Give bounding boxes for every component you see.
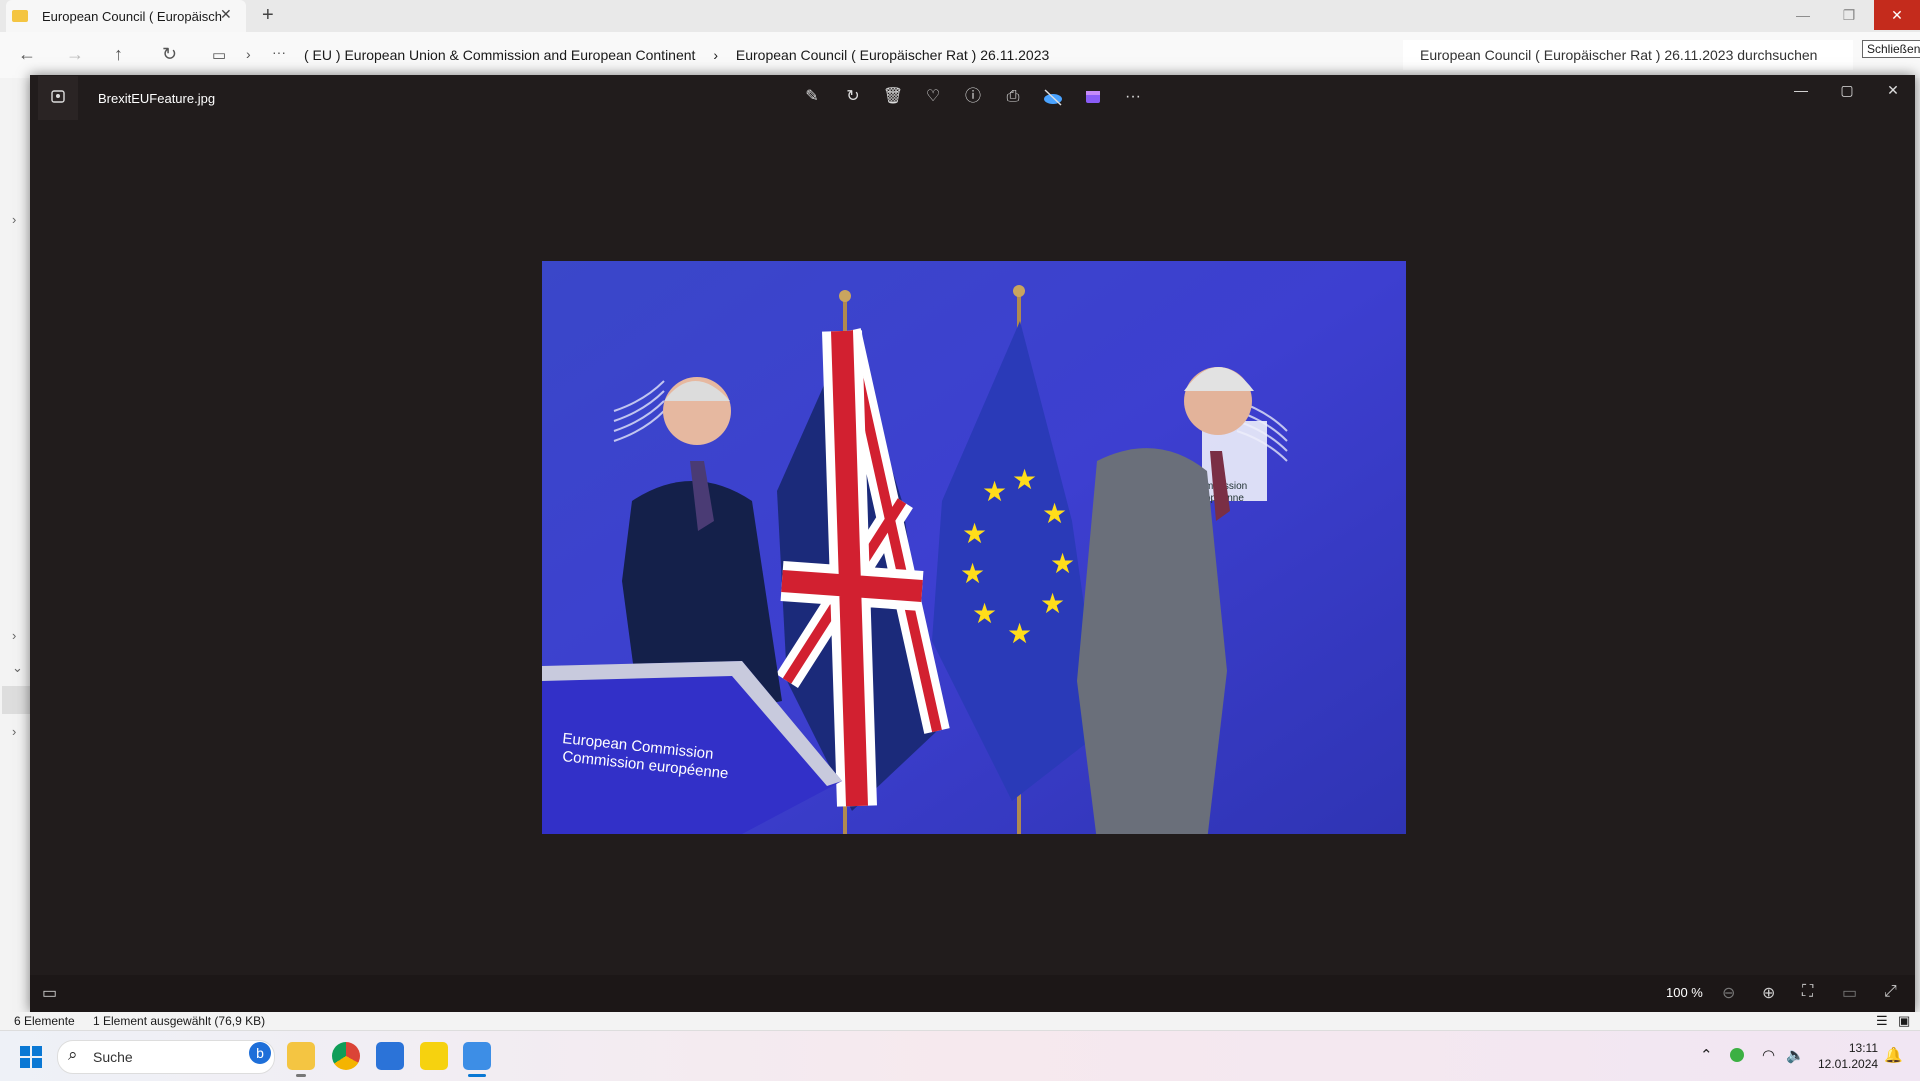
onedrive-icon[interactable] [1042, 86, 1064, 108]
wifi-icon[interactable]: ◠ [1762, 1046, 1775, 1064]
computer-icon[interactable]: ▭ [212, 46, 226, 64]
tab-close-icon[interactable]: ✕ [220, 6, 232, 23]
taskbar-search[interactable] [57, 1040, 275, 1074]
new-tab-icon[interactable]: + [262, 4, 274, 27]
clock-date[interactable]: 12.01.2024 [1818, 1057, 1878, 1071]
nav-expand-icon[interactable]: › [12, 212, 16, 227]
chevron-right-icon: › [713, 47, 718, 63]
viewer-minimize-icon[interactable]: — [1786, 82, 1816, 98]
player-icon[interactable] [420, 1042, 448, 1070]
favorite-icon[interactable]: ♡ [922, 86, 944, 108]
search-label: Suche [93, 1049, 133, 1065]
zoom-out-icon[interactable]: ⊖ [1722, 983, 1735, 1003]
volume-icon[interactable]: 🔈 [1786, 1046, 1805, 1064]
edit-icon[interactable]: ✎ [801, 86, 823, 108]
fit-to-window-icon[interactable]: ⛶ [1802, 983, 1813, 1001]
more-options-icon[interactable]: ··· [1122, 86, 1144, 108]
search-icon: ⌕ [68, 1045, 78, 1064]
breadcrumb-item[interactable]: European Council ( Europäischer Rat ) 26… [736, 47, 1049, 63]
minimize-icon[interactable]: — [1780, 0, 1826, 30]
clock-time[interactable]: 13:11 [1846, 1041, 1878, 1055]
svg-text:★: ★ [1050, 547, 1075, 580]
zoom-level[interactable]: 100 % [1666, 985, 1703, 1000]
explorer-titlebar [0, 0, 1920, 32]
chevron-up-icon[interactable]: ⌃ [1700, 1046, 1713, 1064]
nav-collapse-icon[interactable]: ⌄ [12, 660, 23, 676]
tab-title: European Council ( Europäisch [42, 9, 222, 24]
tiles-view-icon[interactable]: ▣ [1898, 1013, 1910, 1029]
nav-expand-icon[interactable]: › [12, 628, 16, 643]
rotate-icon[interactable]: ↻ [842, 86, 864, 108]
svg-text:★: ★ [1012, 463, 1037, 496]
clipchamp-icon[interactable] [1082, 86, 1104, 108]
file-explorer-icon[interactable] [287, 1042, 315, 1070]
viewer-bottom-bar [30, 975, 1915, 1012]
details-view-icon[interactable]: ☰ [1876, 1013, 1888, 1029]
zoom-in-icon[interactable]: ⊕ [1762, 983, 1775, 1003]
svg-text:★: ★ [1040, 587, 1065, 620]
search-input[interactable]: European Council ( Europäischer Rat ) 26… [1420, 47, 1817, 63]
svg-text:★: ★ [972, 597, 997, 630]
photo-image: mmission opéenne ★★★ ★★★ ★★★ European Co… [542, 261, 1406, 834]
running-indicator [296, 1074, 306, 1077]
breadcrumb: ( EU ) European Union & Commission and E… [304, 47, 1063, 63]
more-crumbs-icon[interactable]: ··· [272, 44, 286, 60]
photos-app-icon [38, 76, 78, 120]
file-name: BrexitEUFeature.jpg [98, 91, 216, 106]
up-icon[interactable]: ↑ [114, 44, 123, 65]
store-icon[interactable] [376, 1042, 404, 1070]
bing-icon[interactable]: b [249, 1042, 271, 1064]
back-icon[interactable]: ← [18, 44, 36, 65]
start-icon[interactable] [20, 1046, 42, 1068]
notification-icon[interactable]: 🔔 [1884, 1046, 1903, 1064]
svg-text:★: ★ [1042, 497, 1067, 530]
svg-text:★: ★ [1007, 617, 1032, 650]
nav-expand-icon[interactable]: › [12, 724, 16, 739]
viewer-close-icon[interactable]: ✕ [1878, 82, 1908, 99]
actual-size-icon[interactable]: ▭ [1842, 983, 1857, 1003]
info-icon[interactable]: ⓘ [962, 86, 984, 108]
delete-icon[interactable]: 🗑 [882, 86, 904, 108]
close-window-button[interactable]: ✕ [1874, 0, 1920, 30]
chrome-icon[interactable] [332, 1042, 360, 1070]
refresh-icon[interactable]: ↻ [162, 44, 177, 65]
selection-info: 1 Element ausgewählt (76,9 KB) [93, 1014, 266, 1028]
svg-text:★: ★ [962, 517, 987, 550]
fullscreen-icon[interactable]: ⤢ [1884, 983, 1897, 1001]
chevron-right-icon[interactable]: › [246, 46, 251, 62]
nav-item-selected[interactable] [2, 686, 30, 714]
status-bar [0, 1012, 1920, 1030]
filmstrip-icon[interactable]: ▭ [42, 983, 57, 1003]
restore-icon[interactable]: ❐ [1826, 0, 1872, 30]
print-icon[interactable]: ⎙ [1002, 86, 1024, 108]
close-tooltip: Schließen [1862, 40, 1920, 58]
svg-text:★: ★ [982, 475, 1007, 508]
svg-text:★: ★ [960, 557, 985, 590]
security-icon[interactable] [1730, 1048, 1744, 1062]
breadcrumb-item[interactable]: ( EU ) European Union & Commission and E… [304, 47, 695, 63]
photos-icon[interactable] [463, 1042, 491, 1070]
viewer-maximize-icon[interactable]: ▢ [1832, 82, 1862, 99]
folder-icon [12, 10, 28, 22]
item-count: 6 Elemente [14, 1014, 75, 1028]
active-indicator [468, 1074, 486, 1077]
forward-icon[interactable]: → [66, 44, 84, 65]
